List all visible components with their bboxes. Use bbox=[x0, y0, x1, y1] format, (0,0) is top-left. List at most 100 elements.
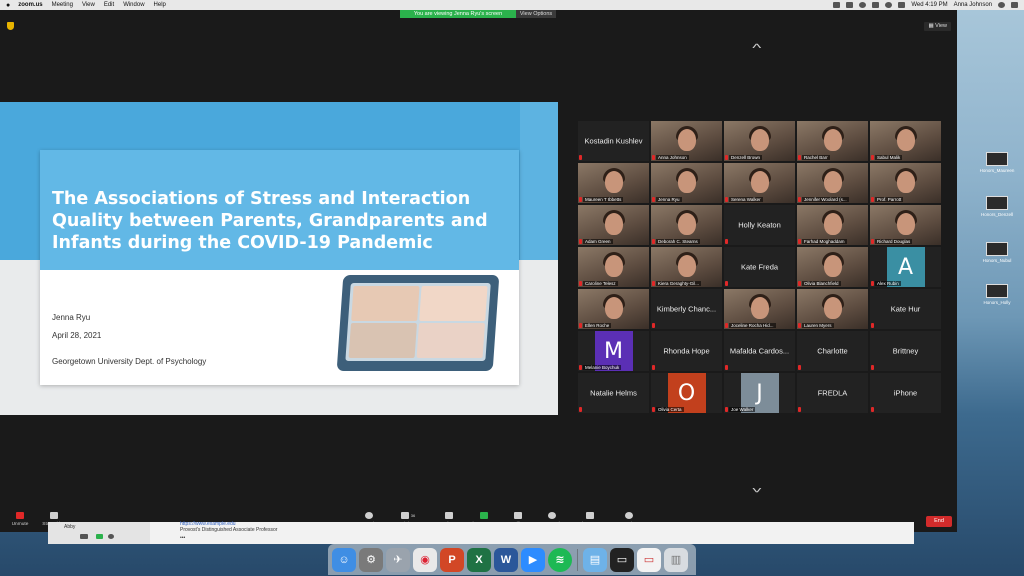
desktop-file-honors-denzell[interactable]: Honors_Denzell bbox=[972, 196, 1022, 217]
documents-stack-icon[interactable]: ▭ bbox=[637, 547, 661, 572]
participant-tile[interactable]: J Joe Walker bbox=[724, 373, 795, 413]
participant-video-face bbox=[604, 171, 623, 193]
participant-tile[interactable]: iPhone bbox=[870, 373, 941, 413]
control-center-icon[interactable] bbox=[1011, 2, 1018, 8]
participant-tile[interactable]: Kimberly Chanc... bbox=[651, 289, 722, 329]
participant-tile[interactable]: O Olivia Certa bbox=[651, 373, 722, 413]
participant-name: iPhone bbox=[893, 388, 918, 398]
participant-tile[interactable]: Denzell Brown bbox=[724, 121, 795, 161]
security-shield-icon[interactable] bbox=[7, 22, 14, 30]
participant-tile[interactable]: Holly Keaton bbox=[724, 205, 795, 245]
participant-tile[interactable]: M Melanie Boychuk bbox=[578, 331, 649, 371]
video-call-tile bbox=[419, 286, 488, 321]
search-icon[interactable] bbox=[998, 2, 1005, 8]
participant-tile[interactable]: Deborah C. Stearns bbox=[651, 205, 722, 245]
participant-video-face bbox=[604, 213, 623, 235]
user-name[interactable]: Anna Johnson bbox=[954, 2, 992, 8]
participant-tile[interactable]: Kiera Geraghty-Gil... bbox=[651, 247, 722, 287]
participant-tile[interactable]: Kate Freda bbox=[724, 247, 795, 287]
participant-name: Natalie Helms bbox=[590, 388, 637, 398]
muted-mic-icon bbox=[798, 323, 801, 328]
muted-mic-icon bbox=[725, 239, 728, 244]
participant-tile[interactable]: Kate Hur bbox=[870, 289, 941, 329]
powerpoint-icon[interactable]: P bbox=[440, 547, 464, 572]
participant-tile[interactable]: Charlotte bbox=[797, 331, 868, 371]
muted-mic-icon bbox=[652, 323, 655, 328]
video-call-icon bbox=[96, 534, 103, 539]
menu-app[interactable]: zoom.us bbox=[18, 2, 42, 8]
participant-tile[interactable]: Caroline Telesz bbox=[578, 247, 649, 287]
participant-name-label: Jenna Ryu bbox=[656, 197, 682, 202]
background-window[interactable]: Abby https://www.example.edu Provost's D… bbox=[48, 521, 914, 544]
screenshots-stack-icon[interactable]: ▭ bbox=[610, 547, 634, 572]
cloud-tray-icon[interactable] bbox=[872, 2, 880, 8]
participant-tile[interactable]: Serena Walker bbox=[724, 163, 795, 203]
view-button[interactable]: ▦ View bbox=[924, 22, 951, 31]
zoom-icon[interactable]: ▶ bbox=[521, 547, 545, 572]
participant-tile[interactable]: Brittney bbox=[870, 331, 941, 371]
apple-menu-icon[interactable]: ● bbox=[6, 2, 10, 9]
participant-tile[interactable]: Lauren Myers bbox=[797, 289, 868, 329]
participant-tile[interactable]: Mafalda Cardos... bbox=[724, 331, 795, 371]
participant-name-label: Deborah C. Stearns bbox=[656, 239, 700, 244]
view-options-button[interactable]: View Options bbox=[516, 10, 556, 18]
launchpad-icon[interactable]: ✈ bbox=[386, 547, 410, 572]
chevron-down-icon[interactable]: ^ bbox=[752, 481, 761, 495]
participant-tile[interactable]: Farhad Moghaddam bbox=[797, 205, 868, 245]
participant-tile[interactable]: Jennifer Woolard (s... bbox=[797, 163, 868, 203]
participant-video-face bbox=[896, 129, 915, 151]
status-tray-icon[interactable] bbox=[859, 2, 867, 8]
excel-icon[interactable]: X bbox=[467, 547, 491, 572]
participant-tile[interactable]: Ellen Roche bbox=[578, 289, 649, 329]
desktop-file-honors-holly[interactable]: Honors_Holly bbox=[972, 284, 1022, 305]
menu-window[interactable]: Window bbox=[123, 2, 144, 8]
menu-view[interactable]: View bbox=[82, 2, 95, 8]
participant-video-face bbox=[896, 213, 915, 235]
muted-mic-icon bbox=[579, 365, 582, 370]
chrome-icon[interactable]: ◉ bbox=[413, 547, 437, 572]
menu-edit[interactable]: Edit bbox=[104, 2, 114, 8]
more-icon[interactable]: ••• bbox=[180, 535, 185, 541]
spotify-icon[interactable]: ≋ bbox=[548, 547, 572, 572]
downloads-folder-icon[interactable]: ▤ bbox=[583, 547, 607, 572]
muted-mic-icon bbox=[798, 281, 801, 286]
participant-tile[interactable]: Natalie Helms bbox=[578, 373, 649, 413]
trash-icon[interactable]: ▥ bbox=[664, 547, 688, 572]
participant-tile[interactable]: Joceline Rocha Hid... bbox=[724, 289, 795, 329]
system-preferences-icon[interactable]: ⚙ bbox=[359, 547, 383, 572]
participant-tile[interactable]: Rachel Barr bbox=[797, 121, 868, 161]
menu-meeting[interactable]: Meeting bbox=[52, 2, 73, 8]
finder-icon[interactable]: ☺ bbox=[332, 547, 356, 572]
desktop-file-honors-maureen[interactable]: Honors_Maureen bbox=[972, 152, 1022, 173]
clock[interactable]: Wed 4:19 PM bbox=[911, 2, 947, 8]
participant-tile[interactable]: Kostadin Kushlev bbox=[578, 121, 649, 161]
participant-tile[interactable]: Prof. Parrott bbox=[870, 163, 941, 203]
muted-mic-icon bbox=[871, 281, 874, 286]
battery-icon[interactable] bbox=[898, 2, 906, 8]
participant-video-face bbox=[823, 297, 842, 319]
participant-tile[interactable]: Sabul Malik bbox=[870, 121, 941, 161]
desktop-file-honors-nubul[interactable]: Honors_Nubul bbox=[972, 242, 1022, 263]
chevron-up-icon[interactable]: ^ bbox=[752, 42, 761, 54]
muted-mic-icon bbox=[579, 281, 582, 286]
participant-tile[interactable]: Olivia Blanchfield bbox=[797, 247, 868, 287]
shield-tray-icon[interactable] bbox=[846, 2, 854, 8]
end-meeting-button[interactable]: End bbox=[926, 516, 952, 527]
participant-tile[interactable]: Anna Johnson bbox=[651, 121, 722, 161]
participant-tile[interactable]: A Alex Rubin bbox=[870, 247, 941, 287]
participant-tile[interactable]: Adam Green bbox=[578, 205, 649, 245]
participant-name-label: Prof. Parrott bbox=[875, 197, 904, 202]
participant-tile[interactable]: Jenna Ryu bbox=[651, 163, 722, 203]
participant-tile[interactable]: Maureen T Ibbetts bbox=[578, 163, 649, 203]
participant-tile[interactable]: FREDLA bbox=[797, 373, 868, 413]
dock: ☺ ⚙ ✈ ◉ P X W ▶ ≋ ▤ ▭ ▭ ▥ bbox=[328, 544, 696, 575]
menu-help[interactable]: Help bbox=[154, 2, 166, 8]
participant-tile[interactable]: Rhonda Hope bbox=[651, 331, 722, 371]
wifi-icon[interactable] bbox=[885, 2, 893, 8]
screen-share-banner: You are viewing Jenna Ryu's screen View … bbox=[400, 10, 556, 18]
participant-tile[interactable]: Richard Douglas bbox=[870, 205, 941, 245]
participant-name: Mafalda Cardos... bbox=[729, 346, 790, 356]
zoom-tray-icon[interactable] bbox=[833, 2, 841, 8]
word-icon[interactable]: W bbox=[494, 547, 518, 572]
video-call-tile bbox=[416, 323, 485, 358]
